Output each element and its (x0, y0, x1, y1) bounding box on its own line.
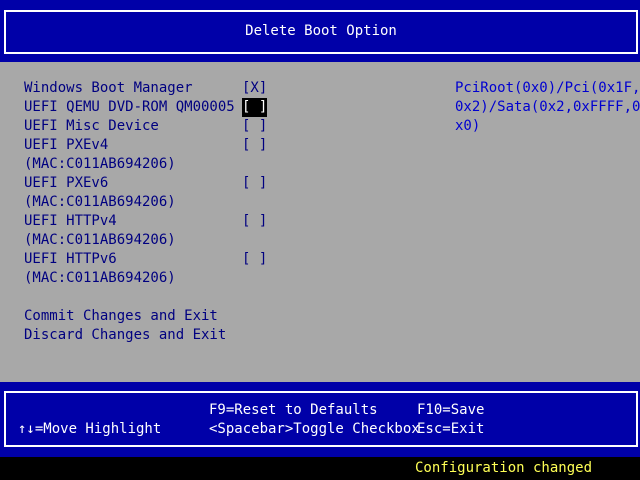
checkbox-misc-device[interactable]: [ ] (242, 117, 267, 136)
checkbox-windows-boot-manager[interactable]: [X] (242, 79, 267, 98)
checkbox-httpv4[interactable]: [ ] (242, 212, 267, 231)
commit-changes-and-exit[interactable]: Commit Changes and Exit (24, 307, 218, 326)
hint-toggle-checkbox: <Spacebar>Toggle Checkbox (209, 421, 420, 437)
boot-option-qemu-dvd-rom[interactable]: UEFI QEMU DVD-ROM QM00005 (24, 98, 235, 117)
boot-option-windows-boot-manager[interactable]: Windows Boot Manager (24, 79, 193, 98)
boot-option-httpv4-mac: (MAC:C011AB694206) (24, 232, 176, 248)
checkbox-pxev6[interactable]: [ ] (242, 174, 267, 193)
hint-exit: Esc=Exit (417, 421, 485, 437)
help-text-line-3: x0) (455, 118, 481, 134)
boot-option-httpv6[interactable]: UEFI HTTPv6 (24, 250, 117, 269)
boot-option-pxev4-mac: (MAC:C011AB694206) (24, 156, 176, 172)
boot-option-httpv4[interactable]: UEFI HTTPv4 (24, 212, 117, 231)
checkbox-httpv6[interactable]: [ ] (242, 250, 267, 269)
main-panel: Windows Boot Manager [X] UEFI QEMU DVD-R… (0, 62, 640, 382)
footer-bar: F9=Reset to Defaults F10=Save ↑↓=Move Hi… (0, 382, 640, 457)
discard-changes-and-exit[interactable]: Discard Changes and Exit (24, 326, 226, 345)
status-bar: Configuration changed (0, 457, 640, 480)
help-text-line-1: PciRoot(0x0)/Pci(0x1F, (455, 80, 640, 96)
hint-reset-defaults: F9=Reset to Defaults (209, 402, 378, 418)
header-frame: Delete Boot Option (4, 10, 638, 54)
hint-save: F10=Save (417, 402, 485, 418)
footer-frame: F9=Reset to Defaults F10=Save ↑↓=Move Hi… (4, 391, 638, 447)
header-bar: Delete Boot Option (0, 0, 640, 62)
status-message: Configuration changed (415, 460, 593, 476)
boot-option-misc-device[interactable]: UEFI Misc Device (24, 117, 159, 136)
boot-option-pxev6[interactable]: UEFI PXEv6 (24, 174, 108, 193)
checkbox-pxev4[interactable]: [ ] (242, 136, 267, 155)
boot-option-pxev6-mac: (MAC:C011AB694206) (24, 194, 176, 210)
help-text-line-2: 0x2)/Sata(0x2,0xFFFF,0 (455, 99, 640, 115)
hint-move-highlight: ↑↓=Move Highlight (18, 421, 162, 437)
checkbox-qemu-dvd-rom[interactable]: [ ] (242, 98, 268, 117)
page-title: Delete Boot Option (245, 23, 397, 39)
boot-option-pxev4[interactable]: UEFI PXEv4 (24, 136, 108, 155)
boot-option-httpv6-mac: (MAC:C011AB694206) (24, 270, 176, 286)
